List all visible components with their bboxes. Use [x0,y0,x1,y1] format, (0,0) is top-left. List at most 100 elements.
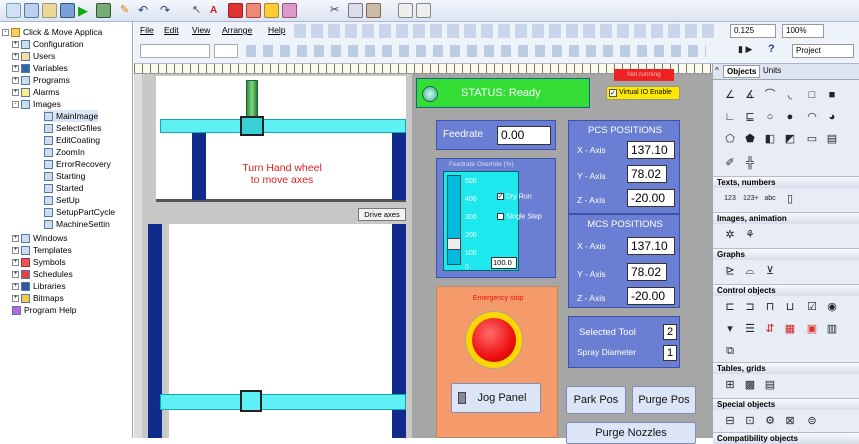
help-icon[interactable]: ? [768,43,775,55]
shape-tool-icon[interactable]: ◧ [763,132,777,146]
tree-item-programs[interactable]: + Programs [12,74,70,86]
tree-item-image[interactable]: ErrorRecovery [44,158,111,170]
new-icon[interactable] [6,3,21,18]
chart-object-icon[interactable]: ⊜ [805,414,819,428]
tree-item-windows[interactable]: + Windows [12,232,67,244]
numeric-input-icon[interactable]: 123+ [743,192,759,206]
zoom-field[interactable]: 0.125 [730,24,776,38]
tree-item-variables[interactable]: + Variables [12,62,68,74]
map-object-icon[interactable]: ⊠ [783,414,797,428]
tree-item-symbols[interactable]: + Symbols [12,256,66,268]
tree-item-image[interactable]: Starting [44,170,85,182]
park-pos-button[interactable]: Park Pos [566,386,626,414]
section-texts-numbers[interactable]: Texts, numbers [713,176,859,188]
animation-icon[interactable]: ✲ [723,228,737,242]
jog-panel-button[interactable]: Jog Panel [451,383,541,413]
menu-help[interactable]: Help [268,25,285,35]
edit-shape-icon[interactable]: ✐ [723,156,737,170]
circle-tool-icon[interactable]: ○ [763,110,777,124]
text-page-icon[interactable]: ▯ [783,192,797,206]
dry-run-checkbox[interactable]: ✓ Dry Run [497,193,532,200]
redo-icon[interactable]: ↷ [160,3,175,18]
tree-item-image[interactable]: MainImage [44,110,99,122]
radio-object-icon[interactable]: ◉ [825,300,839,314]
purge-pos-button[interactable]: Purge Pos [632,386,696,414]
tab-objects[interactable]: Objects [723,65,761,78]
tree-item-image[interactable]: SetUp [44,194,80,206]
image-object-icon[interactable]: ⚘ [743,228,757,242]
tree-item-image[interactable]: MachineSettin [44,218,110,230]
print-icon[interactable] [398,3,413,18]
box-tool-icon[interactable]: ▭ [805,132,819,146]
combo-object-icon[interactable]: ▾ [723,322,737,336]
corner-tool-icon[interactable]: ∟ [723,110,737,124]
tree-item-alarms[interactable]: + Alarms [12,86,59,98]
box2-tool-icon[interactable]: ▤ [825,132,839,146]
collapse-icon[interactable]: ^ [715,66,719,75]
open-icon[interactable] [42,3,57,18]
section-graphs[interactable]: Graphs [713,248,859,260]
tree-item-configuration[interactable]: + Configuration [12,38,84,50]
single-step-checkbox[interactable]: Single Step [497,213,542,220]
polygon-tool-icon[interactable]: ⬠ [723,132,737,146]
text-display-icon[interactable]: abc [763,192,777,206]
corner2-tool-icon[interactable]: ⊑ [743,110,757,124]
line-tool-icon[interactable]: ∠ [723,88,737,102]
tree-item-bitmaps[interactable]: + Bitmaps [12,292,64,304]
table-object-icon[interactable]: ⊞ [723,378,737,392]
emergency-stop-button[interactable] [465,311,523,369]
alarm-object-icon[interactable]: ▣ [805,322,819,336]
fill-rectangle-icon[interactable]: ■ [825,88,839,102]
tree-item-templates[interactable]: + Templates [12,244,72,256]
drive-axes-button[interactable]: Drive axes [358,208,406,221]
tree-item-image[interactable]: Started [44,182,83,194]
cut-icon[interactable]: ✂ [330,3,345,18]
copy-icon[interactable] [348,3,363,18]
menu-file[interactable]: File [140,25,154,35]
video-object-icon[interactable]: ⊡ [743,414,757,428]
image-icon[interactable] [264,3,279,18]
section-tables-grids[interactable]: Tables, grids [713,362,859,374]
tree-item-program-help[interactable]: Program Help [12,304,76,316]
spin-object-icon[interactable]: ⇵ [763,322,777,336]
shape2-tool-icon[interactable]: ◩ [783,132,797,146]
run-icon[interactable]: ▶ [78,3,93,18]
browser-object-icon[interactable]: ⊟ [723,414,737,428]
gauge-graph-icon[interactable]: ⌓ [743,264,757,278]
checkbox-object-icon[interactable]: ☑ [805,300,819,314]
slider-thumb[interactable] [447,238,461,250]
preview-icon[interactable] [416,3,431,18]
list-object-icon[interactable]: ☰ [743,322,757,336]
window-object-icon[interactable]: ⧉ [723,344,737,358]
section-control-objects[interactable]: Control objects [713,284,859,296]
tools-icon[interactable] [282,3,297,18]
font-combo[interactable] [140,44,210,58]
trend-graph-icon[interactable]: ⊵ [723,264,737,278]
align-icon[interactable]: A [210,3,225,18]
tree-item-image[interactable]: EditCoating [44,134,100,146]
section-images-animation[interactable]: Images, animation [713,212,859,224]
stop-icon[interactable] [96,3,111,18]
table-icon[interactable] [246,3,261,18]
undo-icon[interactable]: ↶ [138,3,153,18]
section-compatibility-objects[interactable]: Compatibility objects [713,432,859,444]
button-object-icon[interactable]: ⊏ [723,300,737,314]
play-icon[interactable]: ▮ ▶ [738,44,752,55]
purge-nozzles-button[interactable]: Purge Nozzles [566,422,696,444]
toggle-object-icon[interactable]: ⊐ [743,300,757,314]
menu-view[interactable]: View [192,25,210,35]
paste-icon[interactable] [366,3,381,18]
menu-edit[interactable]: Edit [164,25,179,35]
save-icon[interactable] [60,3,75,18]
section-special-objects[interactable]: Special objects [713,398,859,410]
arc-tool-icon[interactable]: ◟ [783,88,797,102]
tree-root[interactable]: - Click & Move Applica [2,26,102,38]
menu-object-icon[interactable]: ▥ [825,322,839,336]
numeric-display-icon[interactable]: 123 [723,192,737,206]
slider-object-icon[interactable]: ⊔ [783,300,797,314]
pie-tool-icon[interactable]: ◕ [825,110,839,124]
wand-icon[interactable]: ✎ [120,3,135,18]
rectangle-tool-icon[interactable]: □ [805,88,819,102]
curve-tool-icon[interactable]: ⌒ [763,88,777,102]
arc2-tool-icon[interactable]: ◠ [805,110,819,124]
